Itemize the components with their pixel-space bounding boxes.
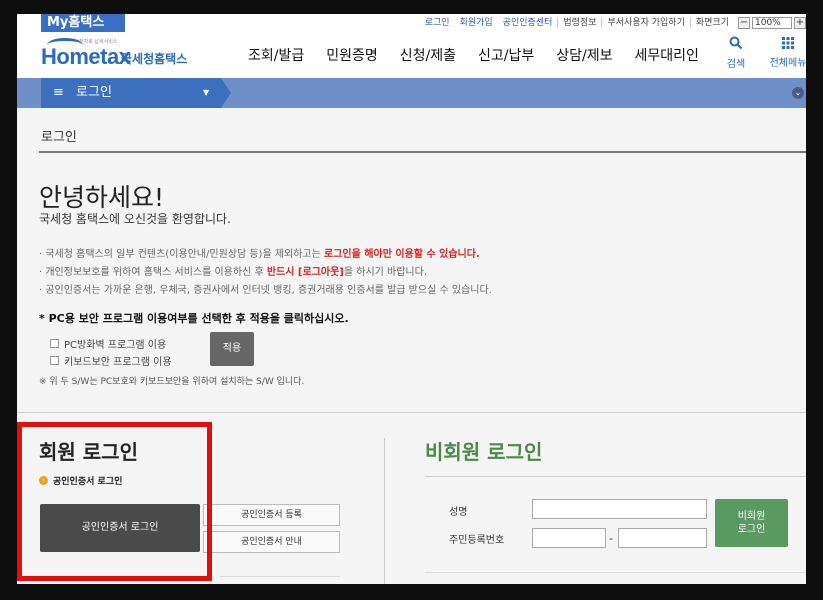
cert-register-button[interactable]: 공인인증서 등록 bbox=[203, 504, 340, 526]
screen-size-label: 화면크기 bbox=[689, 18, 734, 28]
notice-item: · 국세청 홈택스의 일부 컨텐츠(이용안내/민원상담 등)을 제외하고는 로그… bbox=[39, 246, 492, 264]
my-hometax-link[interactable]: My홈택스 bbox=[41, 14, 125, 32]
all-menu-button[interactable]: 전체메뉴 bbox=[765, 36, 806, 69]
main-nav: 조회/발급 민원증명 신청/제출 신고/납부 상담/제보 세무대리인 bbox=[237, 32, 710, 78]
breadcrumb-label: 로그인 bbox=[76, 85, 112, 100]
breadcrumb-login[interactable]: ≡ 로그인 bbox=[41, 78, 221, 108]
login-link[interactable]: 로그인 bbox=[420, 18, 455, 28]
notice-text: · 공인인증서는 가까운 은행, 우체국, 증권사에서 인터넷 뱅킹, 증권거래… bbox=[39, 285, 492, 296]
main-header: 전자로 납세서비스 Hometax 국세청홈택스 조회/발급 민원증명 신청/제… bbox=[17, 32, 806, 78]
notice-text: · 국세청 홈택스의 일부 컨텐츠(이용안내/민원상담 등)을 제외하고는 bbox=[39, 249, 325, 260]
apply-button[interactable]: 적용 bbox=[210, 332, 254, 366]
notice-item: · 공인인증서는 가까운 은행, 우체국, 증권사에서 인터넷 뱅킹, 증권거래… bbox=[39, 282, 492, 300]
logo-subtitle: 국세청홈택스 bbox=[121, 52, 188, 66]
dept-user-link[interactable]: 부서사용자 가입하기 bbox=[601, 18, 689, 28]
notice-text: 을 하시기 바랍니다. bbox=[343, 267, 428, 278]
utility-bar: My홈택스 로그인 회원가입 공인인증센터 법령정보 부서사용자 가입하기 화면… bbox=[17, 14, 806, 32]
name-label: 성명 bbox=[449, 507, 468, 518]
rrn-dash: - bbox=[609, 532, 613, 545]
notice-item: · 개인정보보호를 위하여 홈택스 서비스를 이용하신 후 반드시 [로그아웃]… bbox=[39, 264, 492, 282]
search-button[interactable]: 검색 bbox=[713, 36, 759, 70]
notice-emphasis: 반드시 [로그아웃] bbox=[266, 267, 344, 278]
sw-note: ※ 위 두 S/W는 PC보호와 키보드보안을 위하여 설치하는 S/W 입니다… bbox=[39, 377, 305, 387]
nonmember-login-line2: 로그인 bbox=[737, 524, 766, 535]
notice-emphasis: 로그인을 해야만 이용할 수 있습니다. bbox=[324, 249, 480, 260]
firewall-label: PC방화벽 프로그램 이용 bbox=[64, 340, 167, 351]
nav-item-agent[interactable]: 세무대리인 bbox=[624, 45, 710, 65]
all-menu-label: 전체메뉴 bbox=[769, 58, 806, 69]
zoom-out-button[interactable]: − bbox=[738, 17, 750, 29]
nav-item-inquiry[interactable]: 조회/발급 bbox=[237, 45, 315, 65]
top-links: 로그인 회원가입 공인인증센터 법령정보 부서사용자 가입하기 화면크기 − 1… bbox=[420, 14, 806, 32]
nav-item-certificates[interactable]: 민원증명 bbox=[315, 45, 389, 65]
security-title: * PC용 보안 프로그램 이용여부를 선택한 후 적용을 클릭하십시오. bbox=[39, 312, 349, 325]
cert-center-link[interactable]: 공인인증센터 bbox=[498, 18, 558, 28]
nonmember-login-line1: 비회원 bbox=[737, 511, 766, 522]
notice-text: · 개인정보보호를 위하여 홈택스 서비스를 이용하신 후 bbox=[39, 267, 267, 278]
hometax-logo[interactable]: 전자로 납세서비스 Hometax 국세청홈택스 bbox=[41, 38, 201, 72]
law-info-link[interactable]: 법령정보 bbox=[557, 18, 601, 28]
nonmember-bottom-divider bbox=[425, 572, 806, 573]
zoom-control: − 100% + bbox=[738, 17, 806, 29]
hello-heading: 안녕하세요! bbox=[39, 183, 165, 212]
rrn-label: 주민등록번호 bbox=[449, 535, 505, 546]
rrn-front-input[interactable] bbox=[532, 528, 606, 548]
nonmember-divider bbox=[425, 476, 806, 477]
zoom-in-button[interactable]: + bbox=[794, 17, 806, 29]
logo-wordmark: Hometax bbox=[41, 44, 131, 69]
section-divider bbox=[17, 412, 806, 413]
grid-menu-icon bbox=[765, 36, 806, 54]
firewall-checkbox[interactable]: PC방화벽 프로그램 이용 bbox=[50, 336, 166, 351]
member-bottom-divider bbox=[220, 576, 340, 577]
chevron-down-icon[interactable]: ▼ bbox=[203, 78, 209, 108]
checkbox-icon[interactable] bbox=[50, 356, 59, 365]
signup-link[interactable]: 회원가입 bbox=[455, 18, 498, 28]
checkbox-icon[interactable] bbox=[50, 339, 59, 348]
breadcrumb-bar: ≡ 로그인 ▼ ⌄ bbox=[17, 78, 806, 108]
keyboard-security-checkbox[interactable]: 키보드보안 프로그램 이용 bbox=[50, 353, 172, 368]
nonmember-login-title: 비회원 로그인 bbox=[425, 440, 543, 464]
cert-guide-button[interactable]: 공인인증서 안내 bbox=[203, 531, 340, 553]
title-divider bbox=[39, 151, 806, 153]
nav-item-application[interactable]: 신청/제출 bbox=[389, 45, 467, 65]
column-divider bbox=[384, 438, 385, 584]
search-label: 검색 bbox=[726, 59, 746, 70]
highlight-box bbox=[17, 422, 212, 581]
breadcrumb-arrow bbox=[221, 78, 231, 108]
welcome-text: 국세청 홈택스에 오신것을 환영합니다. bbox=[39, 212, 231, 226]
search-icon bbox=[713, 36, 759, 55]
nav-item-consult[interactable]: 상담/제보 bbox=[545, 45, 623, 65]
rrn-back-input[interactable] bbox=[618, 528, 707, 548]
keyboard-security-label: 키보드보안 프로그램 이용 bbox=[64, 357, 172, 368]
expand-circle-icon[interactable]: ⌄ bbox=[792, 87, 804, 99]
notice-list: · 국세청 홈택스의 일부 컨텐츠(이용안내/민원상담 등)을 제외하고는 로그… bbox=[39, 246, 492, 300]
nonmember-login-button[interactable]: 비회원 로그인 bbox=[715, 499, 788, 547]
page-title: 로그인 bbox=[41, 130, 77, 145]
nav-item-filing[interactable]: 신고/납부 bbox=[467, 45, 545, 65]
name-input[interactable] bbox=[532, 499, 707, 519]
zoom-value[interactable]: 100% bbox=[752, 17, 792, 29]
hamburger-icon: ≡ bbox=[53, 85, 64, 100]
